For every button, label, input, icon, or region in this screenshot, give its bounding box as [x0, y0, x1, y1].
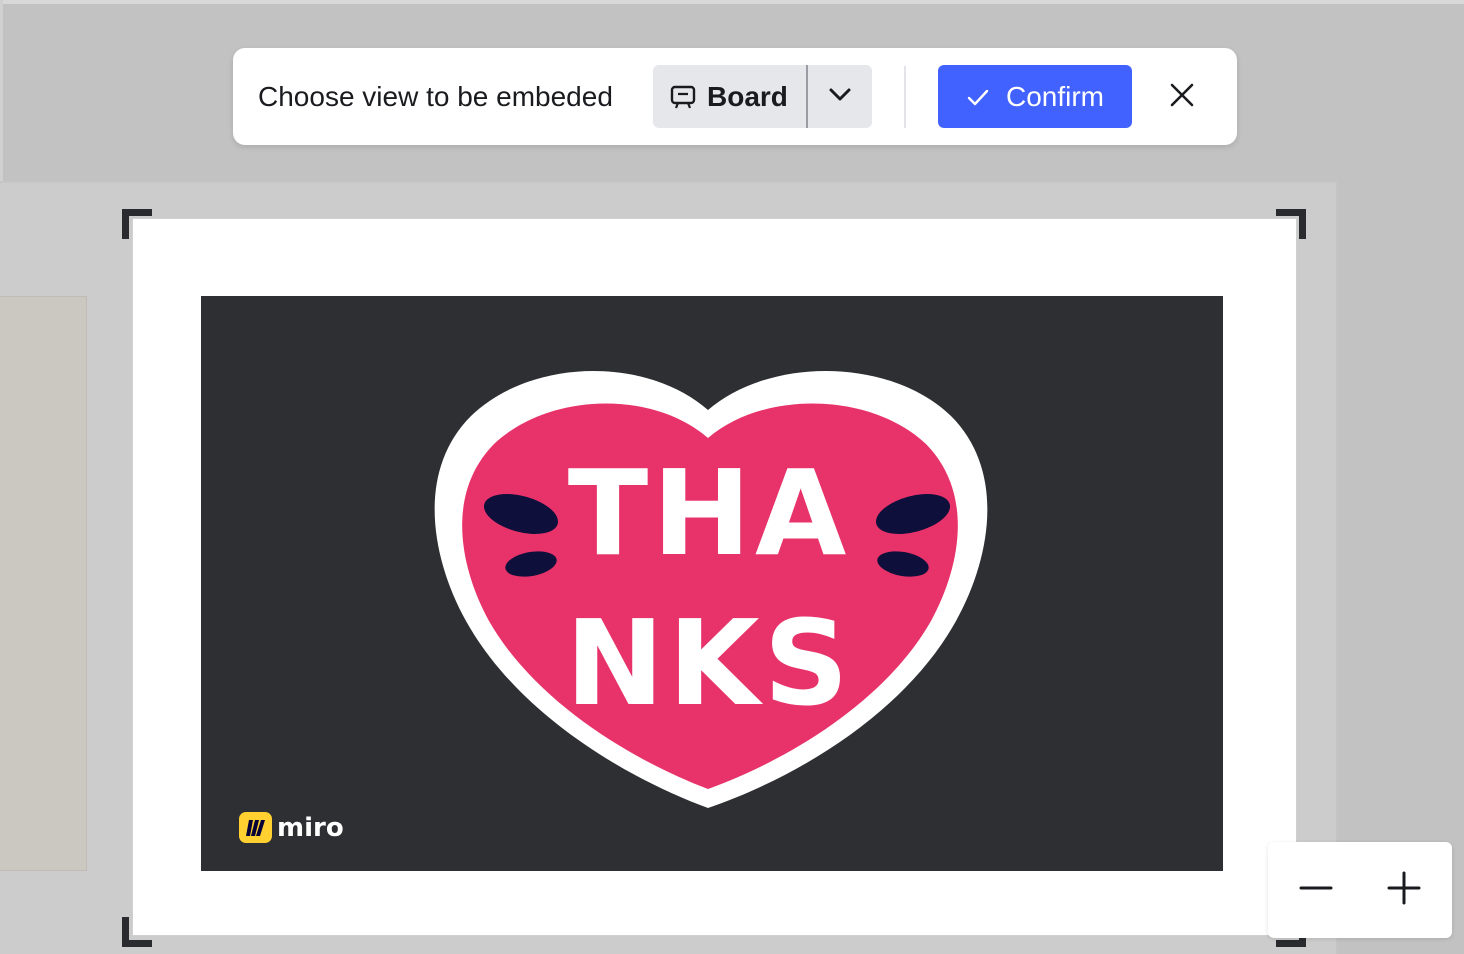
- heart-sticker-illustration: THA NKS: [434, 370, 988, 808]
- confirm-button[interactable]: Confirm: [938, 65, 1132, 128]
- miro-logo: miro: [239, 812, 344, 843]
- toolbar-divider: [904, 66, 906, 128]
- zoom-in-button[interactable]: [1382, 868, 1426, 912]
- miro-mark-icon: [239, 812, 272, 843]
- zoom-out-button[interactable]: [1294, 868, 1338, 912]
- board-icon: [669, 83, 697, 111]
- frame-corner-handle-top-right[interactable]: [1276, 209, 1306, 239]
- thanks-image-card[interactable]: THA NKS miro: [201, 296, 1223, 871]
- chevron-down-icon: [826, 80, 854, 113]
- view-select-label: Board: [707, 80, 788, 112]
- view-select-current[interactable]: Board: [653, 65, 806, 128]
- window-top-edge: [0, 0, 1464, 4]
- close-button[interactable]: [1163, 78, 1201, 116]
- embed-view-toolbar: Choose view to be embeded Board Confirm: [233, 48, 1237, 145]
- miro-logo-text: miro: [277, 812, 344, 843]
- minus-icon: [1299, 871, 1333, 910]
- plus-icon: [1387, 871, 1421, 910]
- frame-corner-handle-top-left[interactable]: [122, 209, 152, 239]
- check-icon: [966, 85, 990, 109]
- confirm-button-label: Confirm: [1005, 80, 1104, 112]
- heart-text-line1: THA: [568, 444, 851, 582]
- view-select[interactable]: Board: [653, 65, 872, 128]
- zoom-controls: [1268, 842, 1452, 938]
- adjacent-board-frame: [0, 296, 87, 871]
- close-icon: [1169, 82, 1195, 113]
- toolbar-label: Choose view to be embeded: [258, 81, 613, 112]
- view-select-dropdown-button[interactable]: [808, 65, 872, 128]
- heart-text-line2: NKS: [565, 594, 852, 732]
- frame-corner-handle-bottom-left[interactable]: [122, 917, 152, 947]
